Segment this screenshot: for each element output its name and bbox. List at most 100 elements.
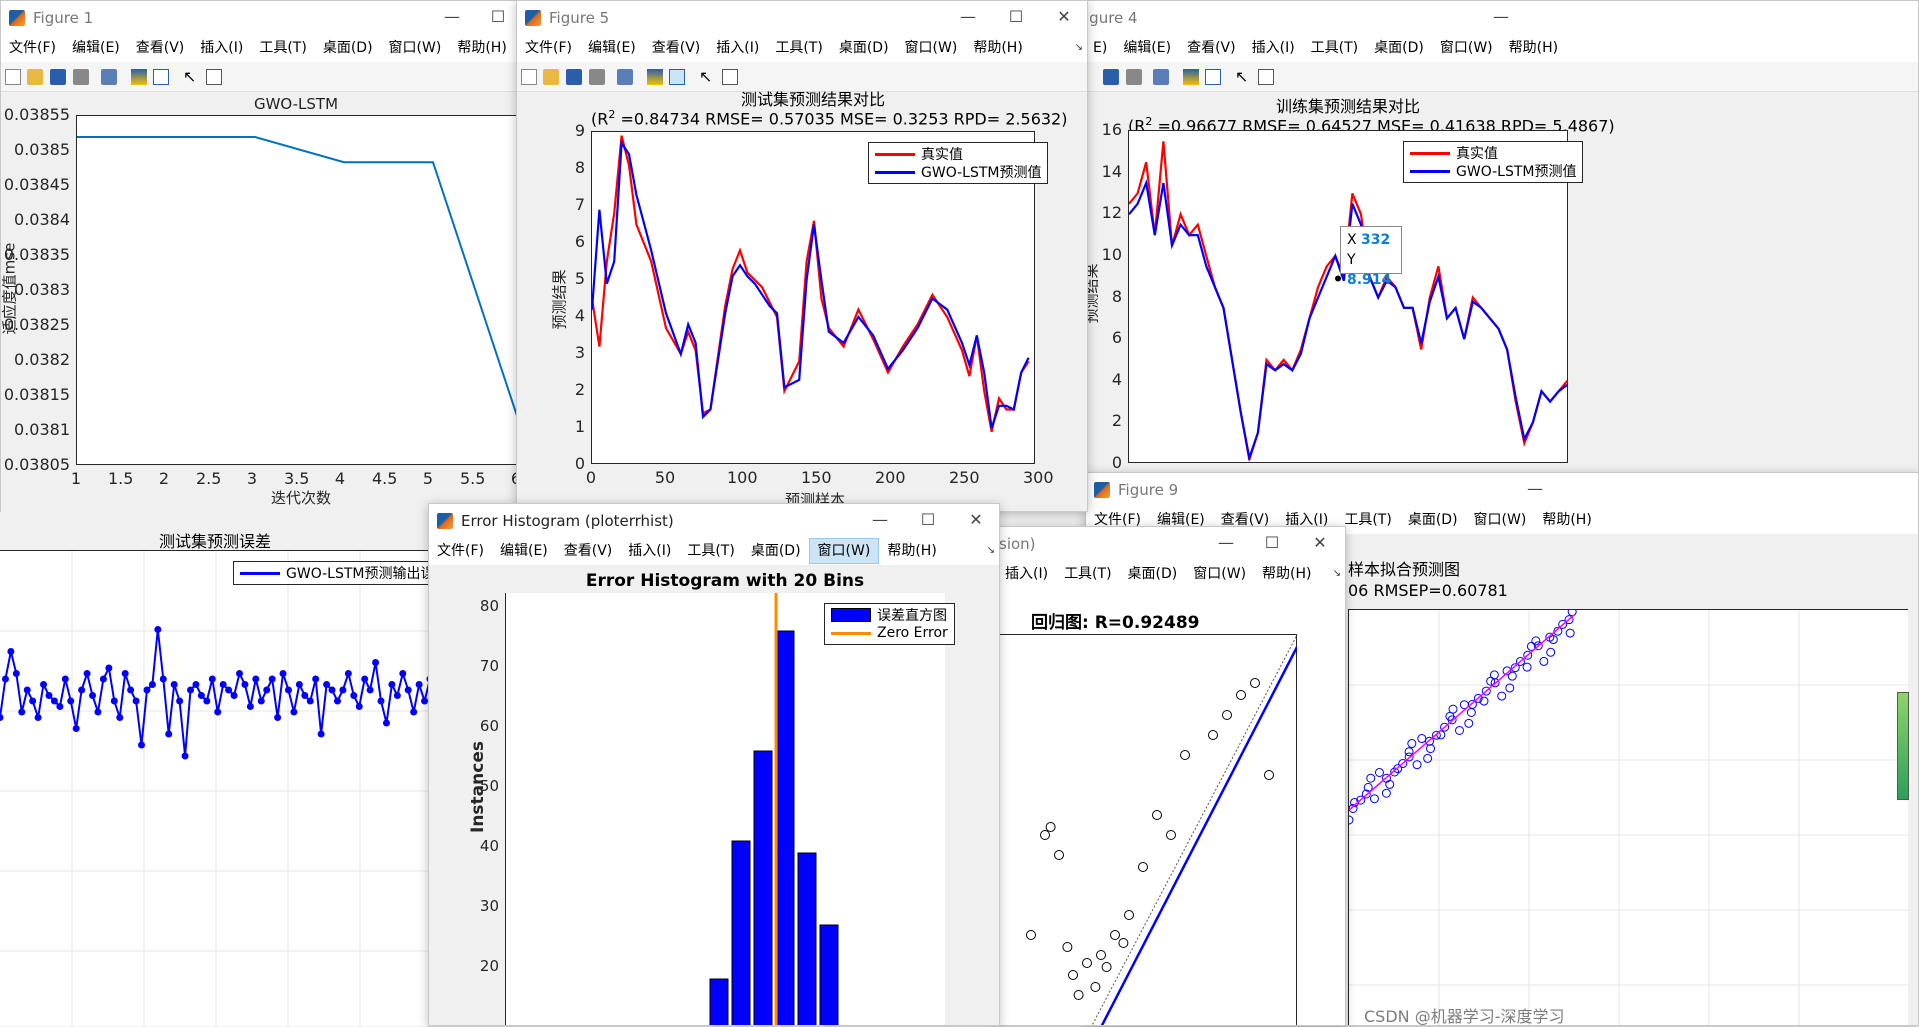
close-button[interactable]: ✕ bbox=[1051, 6, 1077, 30]
pointer-icon[interactable]: ↖ bbox=[699, 69, 715, 85]
maximize-button[interactable]: ☐ bbox=[915, 509, 941, 533]
menu-edit[interactable]: 编辑(E) bbox=[1115, 34, 1179, 62]
print-icon[interactable] bbox=[73, 69, 89, 85]
menu-tools[interactable]: 工具(T) bbox=[679, 537, 742, 565]
figure1-ytick-10: 0.03805 bbox=[3, 455, 70, 474]
menu-file[interactable]: 文件(F) bbox=[517, 34, 580, 62]
menu-file[interactable]: 文件(F) bbox=[429, 537, 492, 565]
datatip[interactable]: X 332 Y 8.914 bbox=[1340, 226, 1402, 288]
fit-point bbox=[1489, 670, 1499, 680]
save-icon[interactable] bbox=[566, 69, 582, 85]
menu-desktop[interactable]: 桌面(D) bbox=[315, 34, 381, 62]
menu-help[interactable]: 帮助(H) bbox=[879, 537, 944, 565]
menu-window[interactable]: 窗口(W) bbox=[381, 34, 450, 62]
figure1-plot-title: GWO-LSTM bbox=[253, 95, 339, 113]
menu-window[interactable]: 窗口(W) bbox=[1185, 560, 1254, 588]
colorbar-icon[interactable] bbox=[647, 69, 663, 85]
menu-help[interactable]: 帮助(H) bbox=[1501, 34, 1566, 62]
menu-desktop[interactable]: 桌面(D) bbox=[1120, 560, 1186, 588]
menu-edit[interactable]: 编辑(E) bbox=[580, 34, 644, 62]
pointer-icon[interactable]: ↖ bbox=[183, 69, 199, 85]
legend-icon[interactable] bbox=[1205, 69, 1221, 85]
property-editor-icon[interactable] bbox=[722, 69, 738, 85]
colorbar-icon[interactable] bbox=[131, 69, 147, 85]
property-editor-icon[interactable] bbox=[206, 69, 222, 85]
menu-view[interactable]: 查看(V) bbox=[644, 34, 709, 62]
link-plot-icon[interactable] bbox=[617, 69, 633, 85]
figure4-titlebar[interactable]: igure 4 — bbox=[1083, 1, 1918, 34]
menu-overflow-icon[interactable]: ↘ bbox=[987, 545, 995, 556]
menu-window[interactable]: 窗口(W) bbox=[897, 34, 966, 62]
regression-window: sion) — ☐ ✕ 插入(I) 工具(T) 桌面(D) 窗口(W) 帮助(H) ↘ … bbox=[996, 526, 1346, 1026]
link-plot-icon[interactable] bbox=[1153, 69, 1169, 85]
menu-window[interactable]: 窗口(W) bbox=[1432, 34, 1501, 62]
menu-edit[interactable]: 编辑(E) bbox=[64, 34, 128, 62]
menu-edit[interactable]: 编辑(E) bbox=[492, 537, 556, 565]
menu-desktop[interactable]: 桌面(D) bbox=[1366, 34, 1432, 62]
minimize-button[interactable]: — bbox=[1488, 6, 1514, 30]
print-icon[interactable] bbox=[589, 69, 605, 85]
minimize-button[interactable]: — bbox=[1522, 478, 1548, 502]
matlab-icon bbox=[525, 10, 541, 26]
menu-file[interactable]: 文件(F) bbox=[1, 34, 64, 62]
menu-view[interactable]: 查看(V) bbox=[128, 34, 193, 62]
menu-tools[interactable]: 工具(T) bbox=[767, 34, 830, 62]
menu-tools[interactable]: 工具(T) bbox=[1056, 560, 1119, 588]
figure9-titlebar[interactable]: Figure 9 — bbox=[1086, 473, 1918, 506]
pointer-icon[interactable]: ↖ bbox=[1235, 69, 1251, 85]
new-file-icon[interactable] bbox=[5, 69, 21, 85]
minimize-button[interactable]: — bbox=[439, 6, 465, 30]
menu-help[interactable]: 帮助(H) bbox=[1534, 506, 1599, 534]
menu-tools[interactable]: 工具(T) bbox=[1303, 34, 1366, 62]
colorbar-icon[interactable] bbox=[1183, 69, 1199, 85]
menu-overflow-icon[interactable]: ↘ bbox=[1075, 42, 1083, 53]
print-icon[interactable] bbox=[1126, 69, 1142, 85]
menu-desktop[interactable]: 桌面(D) bbox=[743, 537, 809, 565]
menu-help[interactable]: 帮助(H) bbox=[1254, 560, 1319, 588]
menu-tools[interactable]: 工具(T) bbox=[251, 34, 314, 62]
menu-help[interactable]: 帮助(H) bbox=[449, 34, 514, 62]
fit-point bbox=[1507, 671, 1517, 681]
close-button[interactable]: ✕ bbox=[1307, 532, 1333, 556]
menu-insert[interactable]: 插入(I) bbox=[620, 537, 679, 565]
menu-insert[interactable]: 插入(I) bbox=[708, 34, 767, 62]
fit-point bbox=[1497, 691, 1507, 701]
minimize-button[interactable]: — bbox=[1213, 532, 1239, 556]
regression-titlebar[interactable]: sion) — ☐ ✕ bbox=[997, 527, 1345, 560]
menu-insert[interactable]: 插入(I) bbox=[192, 34, 251, 62]
errhist-titlebar[interactable]: Error Histogram (ploterrhist) — ☐ ✕ bbox=[429, 504, 999, 537]
menu-desktop[interactable]: 桌面(D) bbox=[831, 34, 897, 62]
property-editor-icon[interactable] bbox=[1258, 69, 1274, 85]
error-line bbox=[0, 629, 430, 757]
menu-insert[interactable]: 插入(I) bbox=[1244, 34, 1303, 62]
error-point bbox=[23, 686, 31, 694]
save-icon[interactable] bbox=[1103, 69, 1119, 85]
maximize-button[interactable]: ☐ bbox=[485, 6, 511, 30]
legend-swatch-pred bbox=[875, 170, 915, 174]
link-plot-icon[interactable] bbox=[101, 69, 117, 85]
open-folder-icon[interactable] bbox=[543, 69, 559, 85]
menu-file[interactable]: E) bbox=[1085, 34, 1115, 62]
minimize-button[interactable]: — bbox=[867, 509, 893, 533]
minimize-button[interactable]: — bbox=[955, 6, 981, 30]
menu-view[interactable]: 查看(V) bbox=[1179, 34, 1244, 62]
figure5-window: Figure 5 — ☐ ✕ 文件(F) 编辑(E) 查看(V) 插入(I) 工具(T)… bbox=[516, 0, 1088, 512]
menu-desktop[interactable]: 桌面(D) bbox=[1400, 506, 1466, 534]
menu-help[interactable]: 帮助(H) bbox=[965, 34, 1030, 62]
menu-insert[interactable]: 插入(I) bbox=[997, 560, 1056, 588]
maximize-button[interactable]: ☐ bbox=[1259, 532, 1285, 556]
menu-view[interactable]: 查看(V) bbox=[556, 537, 621, 565]
legend-icon[interactable] bbox=[153, 69, 169, 85]
save-icon[interactable] bbox=[50, 69, 66, 85]
open-folder-icon[interactable] bbox=[27, 69, 43, 85]
maximize-button[interactable]: ☐ bbox=[1003, 6, 1029, 30]
close-button[interactable]: ✕ bbox=[963, 509, 989, 533]
error-point bbox=[415, 681, 423, 688]
figure1-titlebar[interactable]: Figure 1 — ☐ bbox=[1, 1, 519, 34]
menu-window[interactable]: 窗口(W) bbox=[1466, 506, 1535, 534]
figure5-titlebar[interactable]: Figure 5 — ☐ ✕ bbox=[517, 1, 1087, 34]
new-file-icon[interactable] bbox=[521, 69, 537, 85]
menu-overflow-icon[interactable]: ↘ bbox=[1333, 568, 1341, 579]
menu-window[interactable]: 窗口(W) bbox=[808, 538, 880, 564]
legend-icon[interactable] bbox=[669, 69, 685, 85]
